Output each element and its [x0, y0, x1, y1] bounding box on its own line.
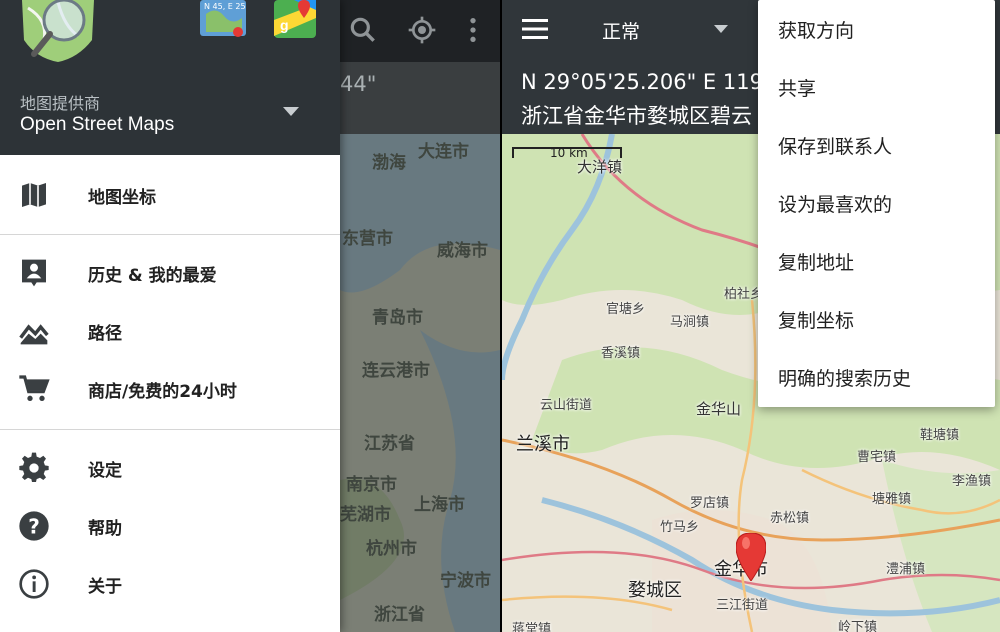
osm-logo-icon	[22, 0, 94, 62]
map-label: 赤松镇	[770, 511, 810, 526]
map-label: 官塘乡	[606, 302, 646, 317]
map-label: 香溪镇	[601, 346, 641, 361]
nav-item-label: 帮助	[88, 518, 122, 539]
menu-item-save-to-contacts[interactable]: 保存到联系人	[758, 116, 995, 174]
map-label: 东营市	[342, 229, 393, 249]
coordinates-text: N 29°05'25.206" E 119°	[521, 70, 774, 94]
menu-item-copy-address[interactable]: 复制地址	[758, 232, 995, 290]
search-icon[interactable]	[347, 14, 379, 46]
route-icon	[19, 324, 49, 345]
map-label: 澧浦镇	[886, 562, 926, 577]
map-label: 南京市	[346, 475, 397, 495]
nav-item-routes[interactable]: 路径	[0, 302, 340, 360]
divider	[0, 429, 340, 430]
dropdown-arrow-icon[interactable]	[714, 25, 728, 33]
nav-item-about[interactable]: 关于	[0, 555, 340, 613]
map-label: 宁波市	[440, 571, 491, 591]
left-screen: 44" 大连市 渤海 东营市 威海市 青岛市 连云港市 江苏省 南京市 芜湖市 …	[0, 0, 500, 632]
map-label: 大连市	[418, 142, 469, 162]
svg-text:?: ?	[28, 514, 40, 538]
coordinates-app-icon[interactable]: N 45, E 25	[198, 0, 250, 42]
map-label: 渤海	[372, 153, 406, 173]
gear-icon	[19, 452, 49, 482]
map-label: 芜湖市	[340, 505, 391, 525]
map-label: 云山街道	[540, 398, 593, 413]
menu-item-copy-coordinates[interactable]: 复制坐标	[758, 290, 995, 348]
overflow-menu: 获取方向 共享 保存到联系人 设为最喜欢的 复制地址 复制坐标 明确的搜索历史	[758, 0, 995, 407]
svg-text:g: g	[280, 17, 289, 33]
map-label: 马涧镇	[670, 315, 710, 330]
map-label: 金华山	[696, 400, 742, 418]
drawer-header: N 45, E 25 g 地图提供商 Open Street Maps	[0, 0, 340, 155]
nav-item-label: 关于	[88, 576, 122, 597]
nav-item-help[interactable]: ? 帮助	[0, 497, 340, 555]
help-icon: ?	[19, 511, 49, 541]
map-label: 婺城区	[628, 580, 682, 601]
map-label: 蒋堂镇	[512, 622, 552, 632]
map-label: 曹宅镇	[857, 450, 897, 465]
overflow-menu-icon[interactable]	[457, 14, 489, 46]
location-marker-icon[interactable]	[736, 533, 766, 581]
map-label: 上海市	[414, 495, 465, 515]
my-location-icon[interactable]	[406, 14, 438, 46]
map-type-select[interactable]: 正常	[602, 17, 640, 44]
map-label: 兰溪市	[516, 434, 570, 455]
map-label: 岭下镇	[838, 620, 878, 632]
cart-icon	[19, 375, 50, 401]
map-label: 杭州市	[366, 539, 417, 559]
map-label: 塘雅镇	[872, 492, 912, 507]
coordinate-fragment: 44"	[340, 72, 377, 96]
navigation-drawer: N 45, E 25 g 地图提供商 Open Street Maps 地图坐标…	[0, 0, 340, 632]
map-label: 鞋塘镇	[920, 428, 960, 443]
map-icon	[22, 183, 46, 207]
info-icon	[19, 569, 49, 599]
menu-item-get-directions[interactable]: 获取方向	[758, 0, 995, 58]
contact-card-icon	[22, 259, 46, 287]
coordinates-app-badge: N 45, E 25	[204, 2, 246, 11]
nav-item-store[interactable]: 商店/免费的24小时	[0, 360, 340, 418]
nav-item-label: 地图坐标	[88, 187, 156, 208]
divider	[0, 234, 340, 235]
map-label: 李渔镇	[952, 474, 992, 489]
nav-item-label: 商店/免费的24小时	[88, 381, 237, 402]
nav-item-settings[interactable]: 设定	[0, 439, 340, 497]
menu-icon[interactable]	[522, 18, 548, 40]
map-label: 大洋镇	[577, 158, 623, 176]
map-label: 连云港市	[362, 361, 430, 381]
map-label: 江苏省	[364, 434, 415, 454]
menu-item-share[interactable]: 共享	[758, 58, 995, 116]
dropdown-arrow-icon[interactable]	[283, 107, 299, 117]
nav-item-label: 路径	[88, 323, 122, 344]
map-provider-select[interactable]: Open Street Maps	[20, 114, 174, 136]
map-label: 三江街道	[716, 598, 769, 613]
nav-item-map-coordinates[interactable]: 地图坐标	[0, 166, 340, 224]
map-label: 罗店镇	[690, 496, 730, 511]
nav-item-history-favorites[interactable]: 历史 & 我的最爱	[0, 244, 340, 302]
nav-item-label: 历史 & 我的最爱	[88, 265, 217, 286]
map-label: 威海市	[437, 241, 488, 261]
address-text: 浙江省金华市婺城区碧云	[521, 104, 752, 128]
nav-item-label: 设定	[88, 460, 122, 481]
map-label: 竹马乡	[660, 520, 700, 535]
menu-item-set-favorite[interactable]: 设为最喜欢的	[758, 174, 995, 232]
google-maps-icon[interactable]: g	[270, 0, 320, 42]
map-label: 青岛市	[372, 308, 423, 328]
menu-item-clear-search-history[interactable]: 明确的搜索历史	[758, 348, 995, 406]
map-label: 浙江省	[374, 605, 425, 625]
map-provider-label: 地图提供商	[20, 94, 101, 113]
